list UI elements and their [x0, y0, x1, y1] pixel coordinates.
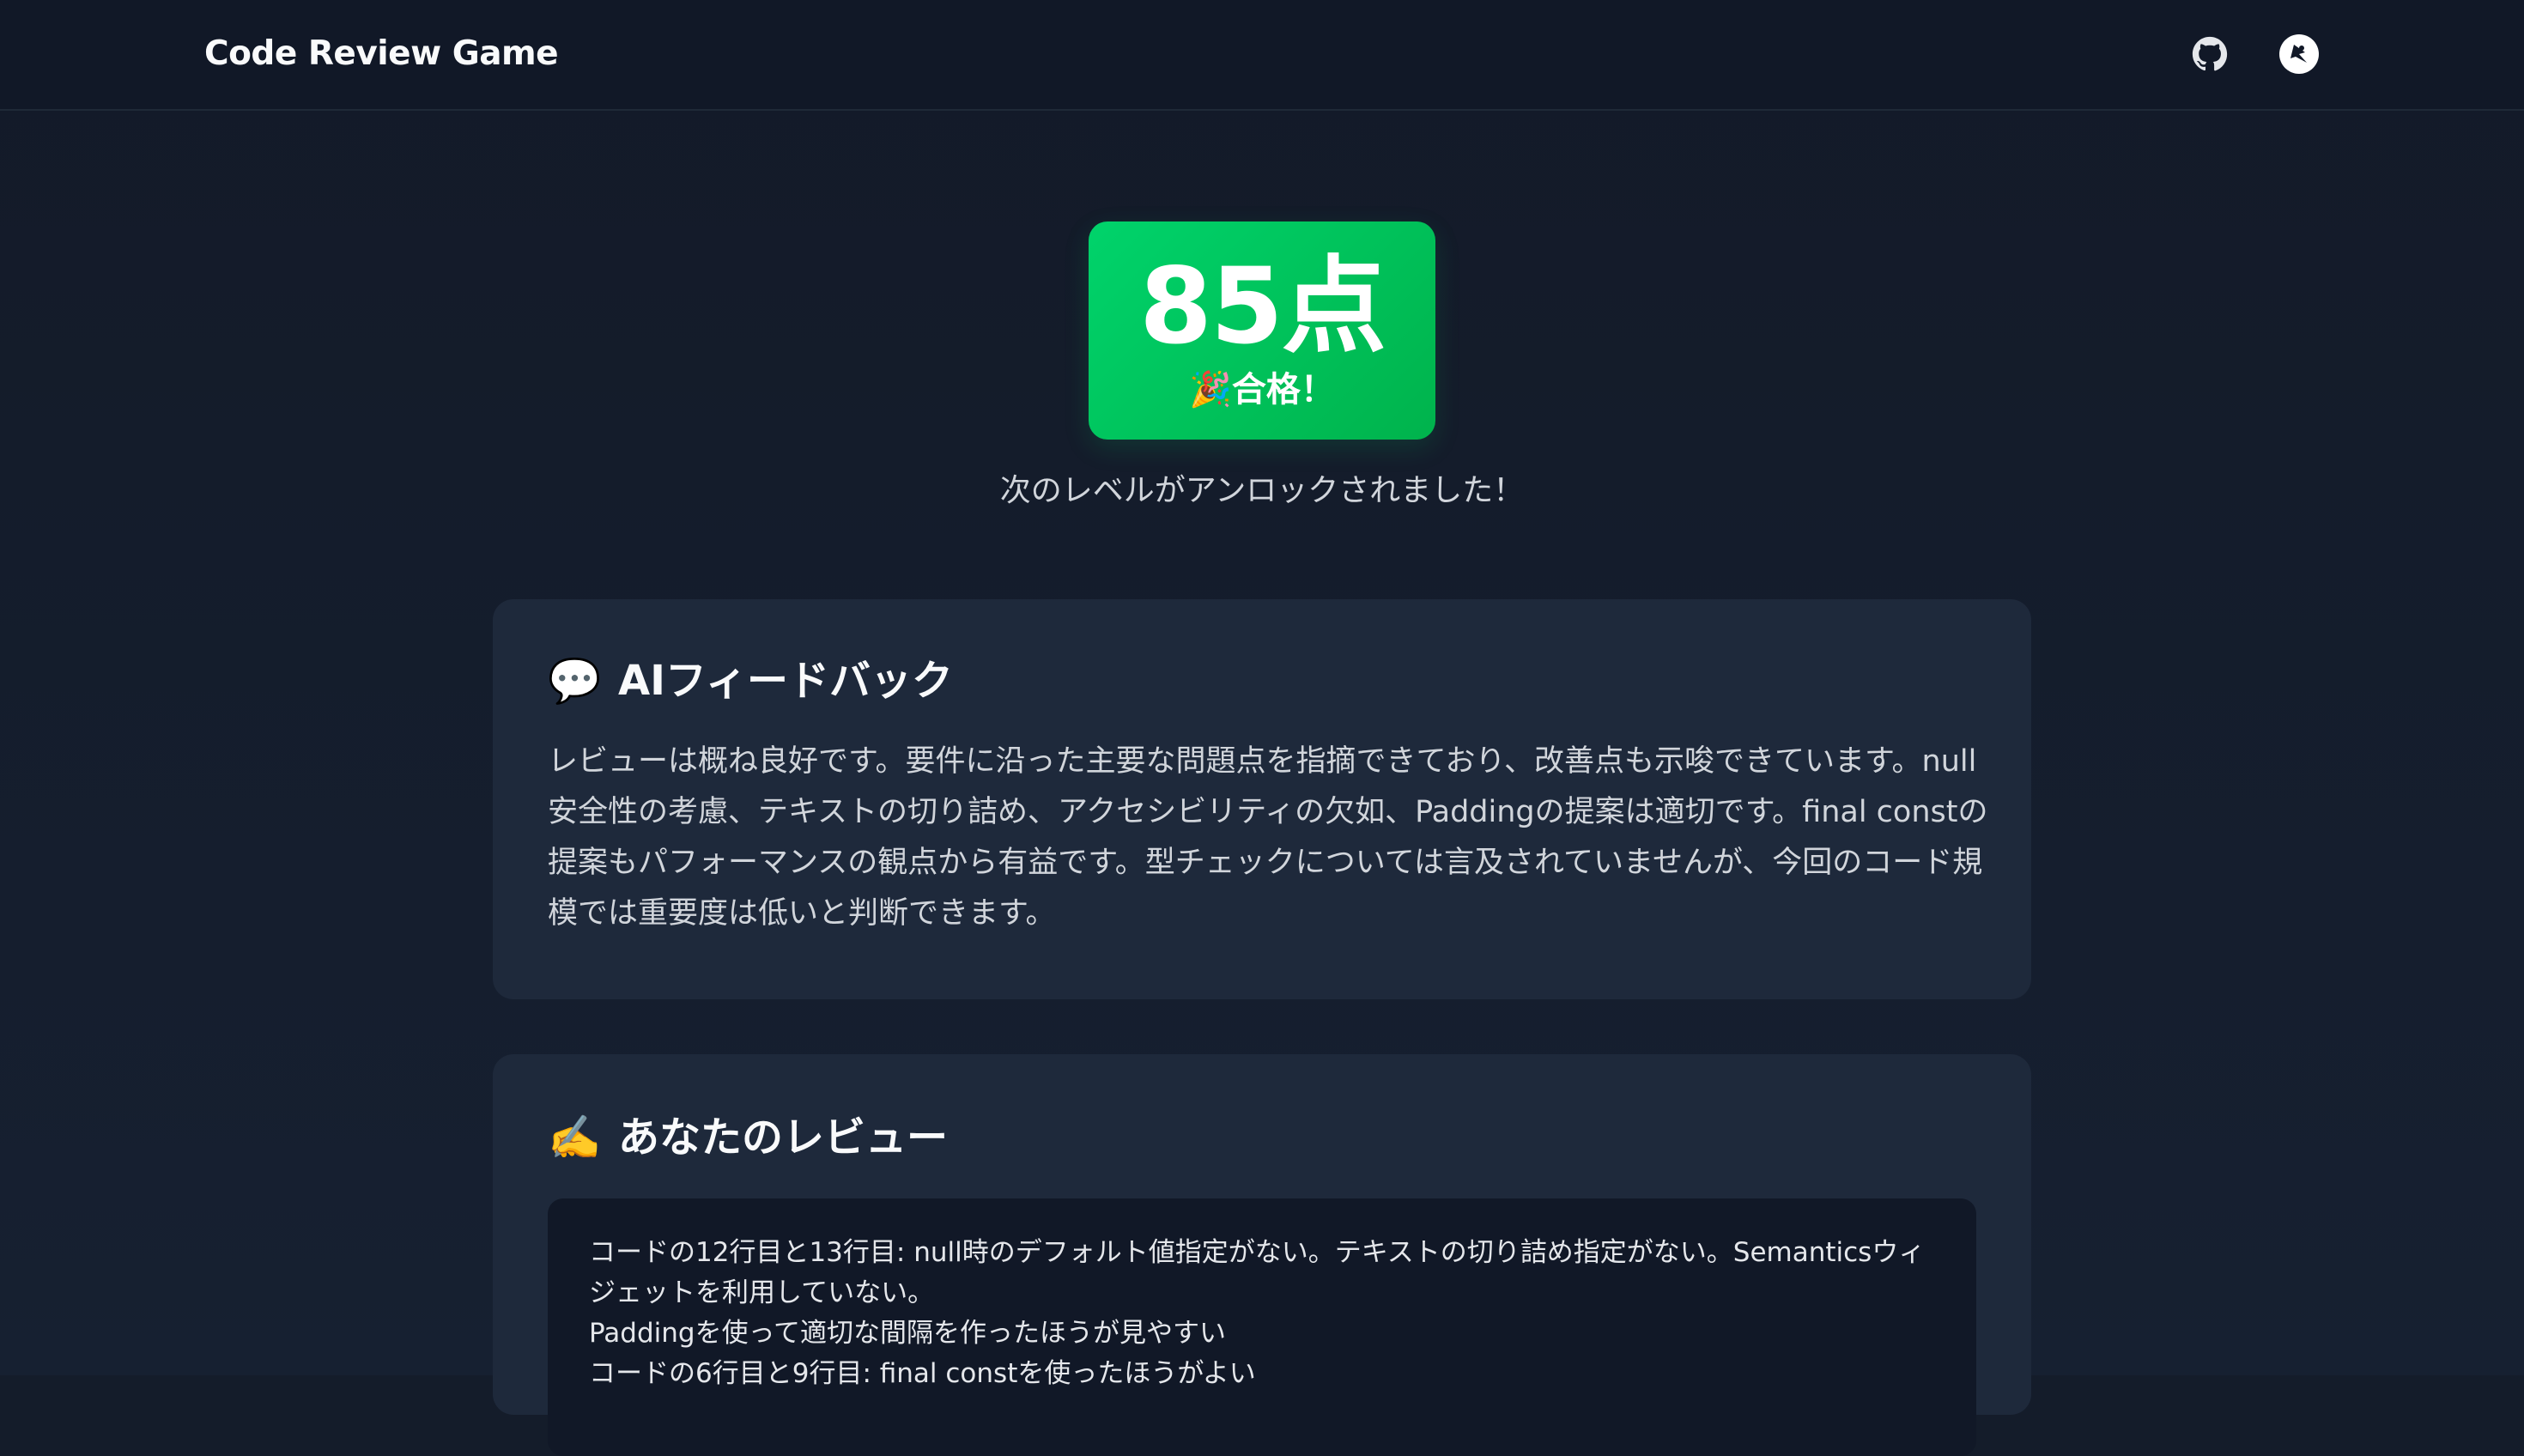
ai-feedback-card: 💬 AIフィードバック レビューは概ね良好です。要件に沿った主要な問題点を指摘で… — [493, 599, 2031, 999]
review-content-box: コードの12行目と13行目: null時のデフォルト値指定がない。テキストの切り… — [548, 1198, 1976, 1456]
ai-feedback-title: 💬 AIフィードバック — [548, 651, 953, 711]
speech-bubble-icon: 💬 — [548, 656, 602, 706]
app-title[interactable]: Code Review Game — [204, 31, 559, 77]
review-text: コードの12行目と13行目: null時のデフォルト値指定がない。テキストの切り… — [589, 1237, 1926, 1389]
ai-feedback-heading: AIフィードバック — [618, 657, 954, 705]
your-review-heading: あなたのレビュー — [618, 1113, 949, 1162]
score-value: 85点 — [1139, 246, 1386, 367]
top-navigation-bar: Code Review Game — [0, 0, 2524, 111]
github-icon[interactable] — [2187, 32, 2232, 76]
your-review-card: ✍️ あなたのレビュー コードの12行目と13行目: null時のデフォルト値指… — [493, 1054, 2031, 1456]
level-unlocked-message: 次のレベルがアンロックされました！ — [999, 473, 1525, 508]
pass-status: 🎉合格！ — [1189, 370, 1335, 410]
account-icon[interactable] — [2277, 32, 2321, 76]
your-review-title: ✍️ あなたのレビュー — [548, 1107, 948, 1168]
score-badge: 85点 🎉合格！ — [1089, 221, 1435, 440]
ai-feedback-body: レビューは概ね良好です。要件に沿った主要な問題点を指摘できており、改善点も示唆で… — [548, 744, 1988, 931]
writing-hand-icon: ✍️ — [548, 1113, 602, 1162]
